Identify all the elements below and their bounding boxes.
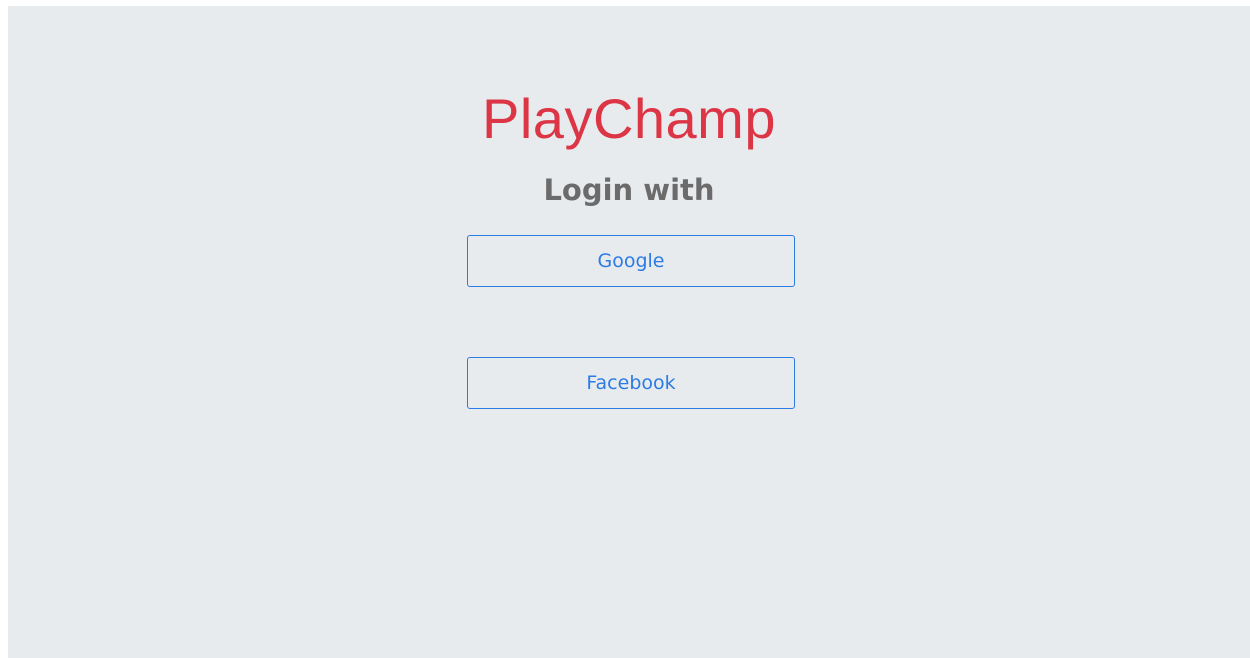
google-login-button[interactable]: Google (467, 235, 795, 287)
login-heading: Login with (543, 173, 715, 207)
facebook-login-button[interactable]: Facebook (467, 357, 795, 409)
brand-logo-text: PlayChamp (482, 87, 776, 150)
login-page: PlayChamp Login with Google Facebook (8, 6, 1250, 658)
